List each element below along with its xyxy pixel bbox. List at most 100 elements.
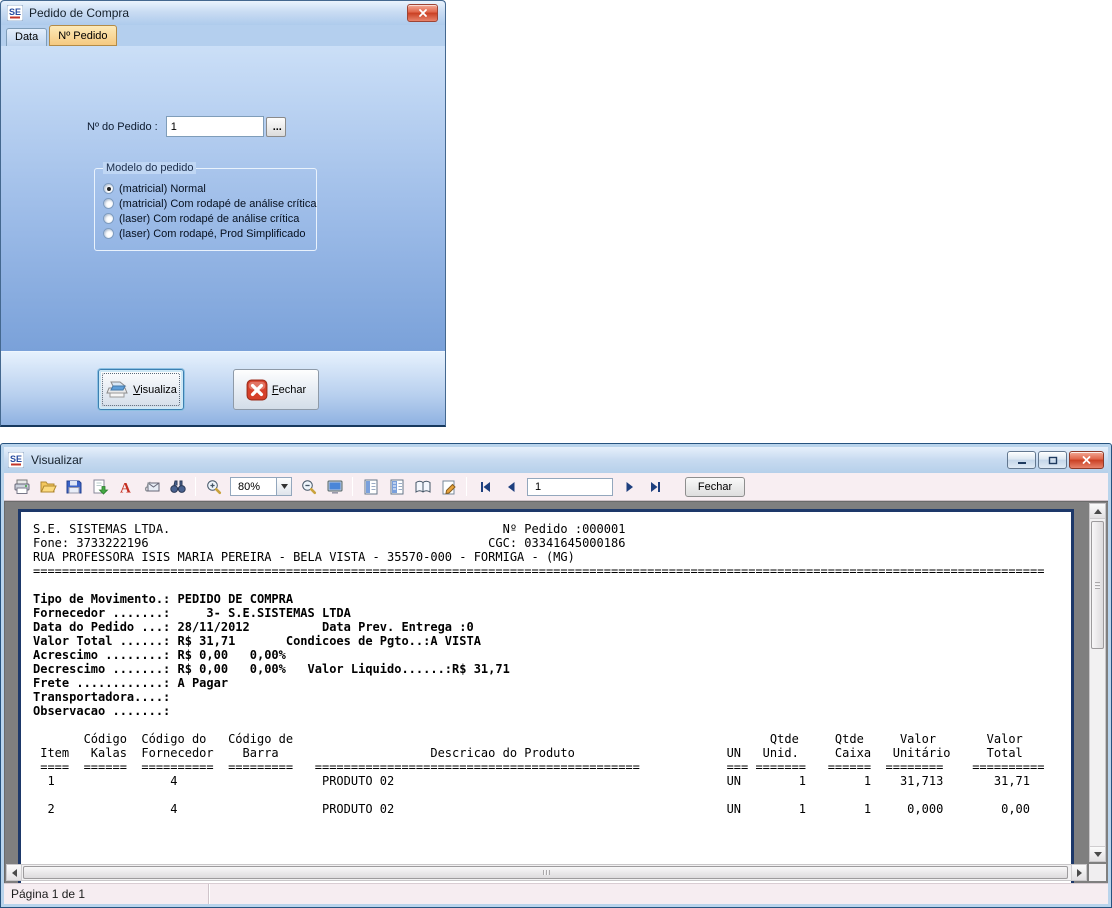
- next-page-icon: [622, 479, 638, 495]
- arrow-right-icon: [1077, 869, 1082, 877]
- tab-numero-pedido[interactable]: Nº Pedido: [49, 25, 116, 46]
- close-button[interactable]: [407, 4, 438, 22]
- radio-icon: [103, 198, 114, 209]
- dialog-title: Pedido de Compra: [29, 6, 129, 20]
- tab-data[interactable]: Data: [6, 28, 47, 46]
- thumbnails-view-icon: [388, 478, 406, 496]
- vertical-scroll-thumb[interactable]: [1091, 521, 1104, 649]
- save-button[interactable]: [61, 475, 86, 498]
- fullscreen-button[interactable]: [322, 475, 347, 498]
- radio-matricial-normal[interactable]: (matricial) Normal: [103, 181, 310, 196]
- open-folder-icon: [39, 478, 57, 496]
- chevron-down-icon: [281, 484, 288, 489]
- preview-title: Visualizar: [31, 453, 83, 467]
- report-details: Tipo de Movimento.: PEDIDO DE COMPRA For…: [33, 592, 1071, 718]
- book-view-button[interactable]: [410, 475, 435, 498]
- export-button[interactable]: [87, 475, 112, 498]
- zoom-in-icon: [205, 478, 223, 496]
- status-bar: Página 1 de 1: [4, 883, 1108, 904]
- preview-titlebar[interactable]: SE Visualizar: [4, 447, 1108, 473]
- prev-page-icon: [503, 479, 519, 495]
- preview-toolbar: A 80%: [4, 473, 1108, 501]
- zoom-dropdown-button[interactable]: [277, 477, 292, 496]
- report-page: S.E. SISTEMAS LTDA. Nº Pedido :000001 Fo…: [18, 509, 1074, 883]
- arrow-down-icon: [1094, 852, 1102, 857]
- scroll-down-button[interactable]: [1090, 846, 1105, 861]
- fechar-button[interactable]: Fechar: [233, 369, 319, 410]
- print-icon: [13, 478, 31, 496]
- tab-page-numero-pedido: Nº do Pedido : ... Modelo do pedido (mat…: [1, 46, 445, 351]
- radio-matricial-rodape[interactable]: (matricial) Com rodapé de análise crític…: [103, 196, 310, 211]
- scroll-right-button[interactable]: [1071, 865, 1086, 880]
- edit-button[interactable]: [436, 475, 461, 498]
- radio-icon: [103, 183, 114, 194]
- report-header: S.E. SISTEMAS LTDA. Nº Pedido :000001 Fo…: [33, 522, 1071, 578]
- scrollbar-corner: [1089, 864, 1106, 881]
- outline-button[interactable]: [358, 475, 383, 498]
- browse-button[interactable]: ...: [266, 117, 286, 137]
- zoom-level-combo: 80%: [230, 477, 292, 496]
- prev-page-button[interactable]: [498, 475, 523, 498]
- model-groupbox-title: Modelo do pedido: [103, 162, 196, 174]
- svg-text:SE: SE: [9, 7, 21, 17]
- tabstrip: Data Nº Pedido: [1, 25, 445, 46]
- print-button[interactable]: [9, 475, 34, 498]
- email-attach-icon: [143, 478, 161, 496]
- minimize-button[interactable]: [1007, 451, 1036, 469]
- dialog-titlebar[interactable]: SE Pedido de Compra: [1, 1, 445, 25]
- pedido-de-compra-window: SE Pedido de Compra Data Nº Pedido Nº do…: [0, 0, 446, 427]
- horizontal-scroll-thumb[interactable]: [23, 866, 1068, 879]
- first-page-icon: [477, 479, 493, 495]
- model-groupbox: Modelo do pedido (matricial) Normal (mat…: [94, 168, 317, 251]
- printer-icon: [105, 379, 129, 401]
- toolbar-separator: [352, 477, 353, 496]
- export-page-icon: [91, 478, 109, 496]
- outline-view-icon: [362, 478, 380, 496]
- zoom-level-value[interactable]: 80%: [230, 477, 277, 496]
- arrow-up-icon: [1094, 509, 1102, 514]
- open-button[interactable]: [35, 475, 60, 498]
- page-status: Página 1 de 1: [4, 884, 209, 904]
- binoculars-icon: [169, 478, 187, 496]
- find-button[interactable]: [165, 475, 190, 498]
- radio-icon: [103, 213, 114, 224]
- report-viewport: S.E. SISTEMAS LTDA. Nº Pedido :000001 Fo…: [4, 501, 1108, 883]
- visualizar-window: SE Visualizar: [0, 443, 1112, 908]
- dialog-button-panel: Visualiza Fechar: [1, 351, 445, 425]
- close-preview-button[interactable]: Fechar: [685, 477, 745, 497]
- zoom-out-icon: [300, 478, 318, 496]
- next-page-button[interactable]: [617, 475, 642, 498]
- radio-laser-rodape[interactable]: (laser) Com rodapé de análise crítica: [103, 211, 310, 226]
- order-number-label: Nº do Pedido :: [87, 121, 158, 133]
- email-button[interactable]: [139, 475, 164, 498]
- report-items-table: Código Código do Código de Qtde Qtde Val…: [33, 732, 1071, 816]
- vertical-scrollbar: [1089, 503, 1106, 862]
- radio-laser-simplificado[interactable]: (laser) Com rodapé, Prod Simplificado: [103, 226, 310, 241]
- page-number-input[interactable]: [527, 478, 613, 496]
- first-page-button[interactable]: [472, 475, 497, 498]
- pdf-button[interactable]: A: [113, 475, 138, 498]
- app-icon: SE: [7, 5, 23, 21]
- arrow-left-icon: [12, 869, 17, 877]
- toolbar-separator: [466, 477, 467, 496]
- close-icon: [418, 8, 428, 18]
- horizontal-scrollbar: [6, 864, 1087, 881]
- app-icon: SE: [8, 452, 24, 468]
- scroll-left-button[interactable]: [7, 865, 22, 880]
- zoom-in-button[interactable]: [201, 475, 226, 498]
- visualiza-button[interactable]: Visualiza: [98, 369, 184, 410]
- toolbar-separator: [195, 477, 196, 496]
- close-button[interactable]: [1069, 451, 1104, 469]
- thumbnails-button[interactable]: [384, 475, 409, 498]
- pdf-icon: A: [117, 478, 135, 496]
- maximize-button[interactable]: [1038, 451, 1067, 469]
- zoom-out-button[interactable]: [296, 475, 321, 498]
- close-icon: [1081, 455, 1092, 465]
- last-page-button[interactable]: [643, 475, 668, 498]
- edit-icon: [440, 478, 458, 496]
- order-number-input[interactable]: [166, 116, 264, 137]
- radio-icon: [103, 228, 114, 239]
- monitor-icon: [326, 478, 344, 496]
- book-icon: [414, 478, 432, 496]
- scroll-up-button[interactable]: [1090, 504, 1105, 519]
